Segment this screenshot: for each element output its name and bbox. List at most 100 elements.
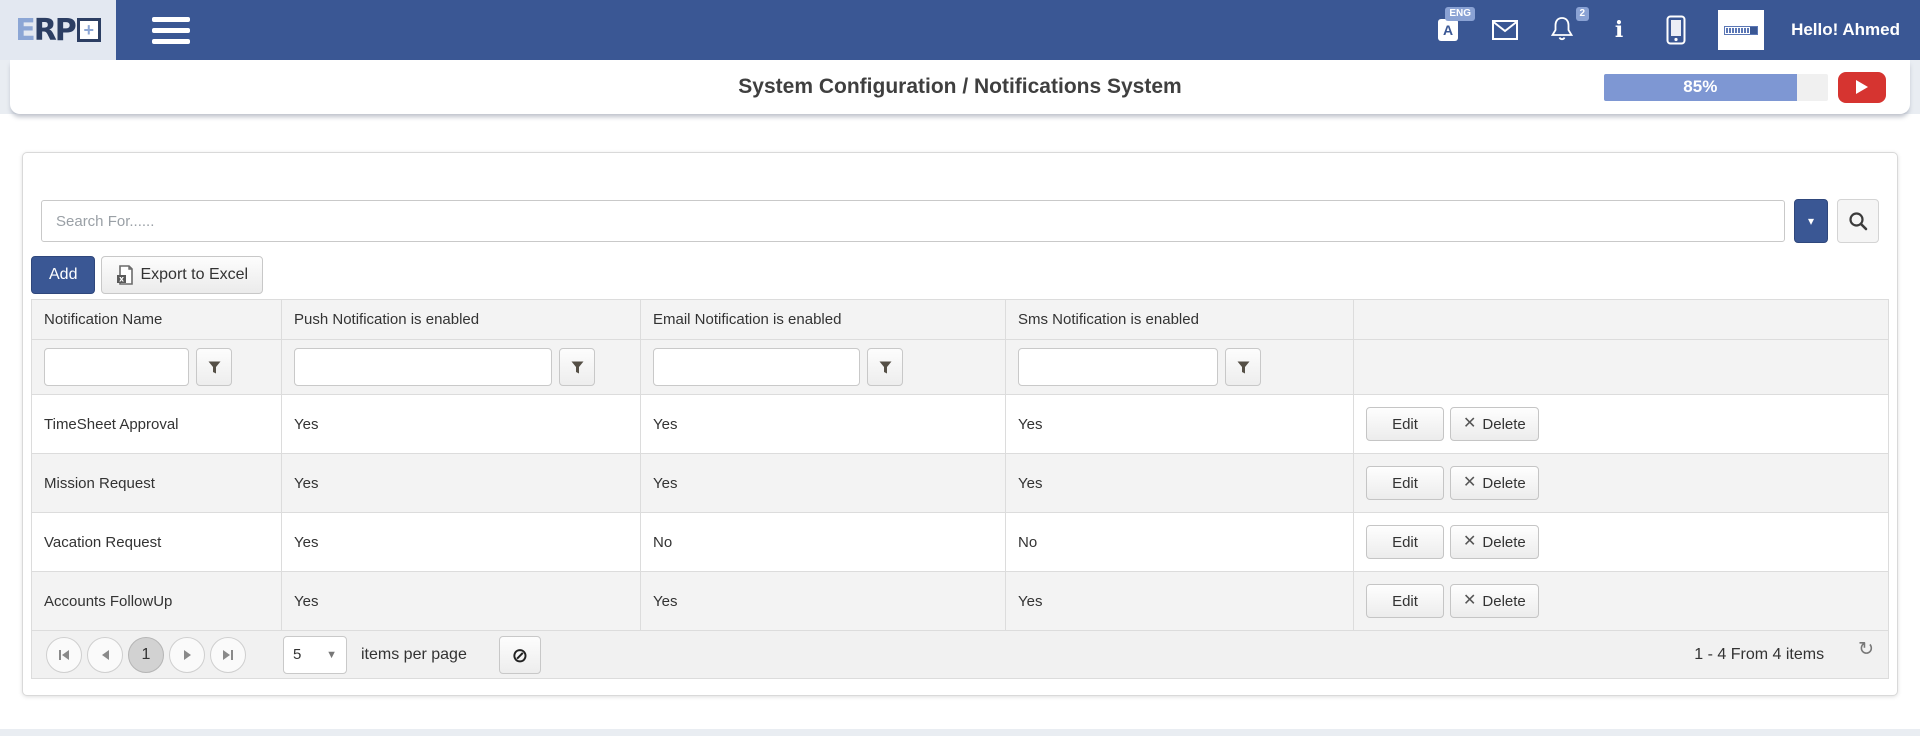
- previous-page-icon: [102, 650, 109, 660]
- edit-button[interactable]: Edit: [1366, 466, 1444, 500]
- cell-notification-name: TimeSheet Approval: [32, 395, 282, 454]
- previous-page-button[interactable]: [87, 637, 123, 673]
- pagination-bar: 1 5 ▼ items per page ⊘ 1 - 4 From 4 item…: [31, 631, 1889, 679]
- filter-input-notification-name[interactable]: [44, 348, 189, 386]
- edit-button[interactable]: Edit: [1366, 584, 1444, 618]
- table-row: TimeSheet Approval Yes Yes Yes Edit ✕Del…: [32, 395, 1889, 454]
- table-row: Vacation Request Yes No No Edit ✕Delete: [32, 513, 1889, 572]
- cell-notification-name: Vacation Request: [32, 513, 282, 572]
- last-page-button[interactable]: [210, 637, 246, 673]
- edit-button[interactable]: Edit: [1366, 525, 1444, 559]
- column-header-push[interactable]: Push Notification is enabled: [282, 300, 641, 340]
- column-header-sms[interactable]: Sms Notification is enabled: [1006, 300, 1354, 340]
- table-row: Mission Request Yes Yes Yes Edit ✕Delete: [32, 454, 1889, 513]
- funnel-icon: [208, 361, 221, 374]
- table-row: Accounts FollowUp Yes Yes Yes Edit ✕Dele…: [32, 572, 1889, 631]
- filter-button-sms[interactable]: [1225, 348, 1261, 386]
- column-header-email[interactable]: Email Notification is enabled: [641, 300, 1006, 340]
- delete-x-icon: ✕: [1463, 593, 1476, 609]
- mobile-app-icon[interactable]: [1661, 13, 1691, 47]
- page-size-select[interactable]: 5 ▼: [283, 636, 347, 674]
- filter-input-sms[interactable]: [1018, 348, 1218, 386]
- edit-button[interactable]: Edit: [1366, 407, 1444, 441]
- chevron-down-icon: ▼: [326, 649, 337, 661]
- logo-plus-icon: +: [77, 18, 101, 42]
- avatar-logo: [1724, 26, 1758, 35]
- progress-bar: 85%: [1604, 74, 1828, 101]
- items-per-page-label: items per page: [361, 646, 467, 664]
- top-navbar: ERP+ ENG A 2 i Hello! Ahmed: [0, 0, 1920, 60]
- funnel-icon: [879, 361, 892, 374]
- hamburger-menu-icon[interactable]: [152, 11, 190, 50]
- language-icon[interactable]: ENG A: [1433, 13, 1463, 47]
- funnel-icon: [571, 361, 584, 374]
- cell-sms: Yes: [1006, 395, 1354, 454]
- logo-text: ERP: [15, 13, 75, 48]
- mail-icon[interactable]: [1490, 13, 1520, 47]
- translate-a-icon: A: [1438, 19, 1458, 41]
- search-row: ▾: [41, 199, 1879, 243]
- export-to-excel-button[interactable]: x Export to Excel: [101, 256, 263, 294]
- cell-email: Yes: [641, 395, 1006, 454]
- search-options-dropdown-button[interactable]: ▾: [1794, 199, 1828, 243]
- filter-button-email[interactable]: [867, 348, 903, 386]
- delete-button[interactable]: ✕Delete: [1450, 525, 1539, 559]
- chevron-down-icon: ▾: [1808, 214, 1814, 228]
- user-greeting[interactable]: Hello! Ahmed: [1791, 20, 1900, 40]
- cell-email: Yes: [641, 572, 1006, 631]
- main-content: ▾ Add x Export to Excel Notification Nam…: [0, 114, 1920, 729]
- svg-text:x: x: [120, 275, 125, 284]
- search-button[interactable]: [1837, 199, 1879, 243]
- next-page-icon: [184, 650, 191, 660]
- clear-filter-button[interactable]: ⊘: [499, 636, 541, 674]
- last-page-icon: [223, 650, 230, 660]
- delete-x-icon: ✕: [1463, 416, 1476, 432]
- page-1-button[interactable]: 1: [128, 637, 164, 673]
- play-icon: [1856, 80, 1868, 94]
- cell-sms: Yes: [1006, 454, 1354, 513]
- filter-button-push[interactable]: [559, 348, 595, 386]
- next-page-button[interactable]: [169, 637, 205, 673]
- first-page-button[interactable]: [46, 637, 82, 673]
- add-button[interactable]: Add: [31, 256, 95, 294]
- page-size-value: 5: [293, 646, 301, 663]
- delete-button[interactable]: ✕Delete: [1450, 407, 1539, 441]
- column-header-notification-name[interactable]: Notification Name: [32, 300, 282, 340]
- filter-row: [32, 340, 1889, 395]
- delete-x-icon: ✕: [1463, 534, 1476, 550]
- cell-notification-name: Mission Request: [32, 454, 282, 513]
- cell-push: Yes: [282, 454, 641, 513]
- notifications-bell-icon[interactable]: 2: [1547, 13, 1577, 47]
- cell-push: Yes: [282, 572, 641, 631]
- progress-fill: 85%: [1604, 74, 1797, 101]
- navbar-right: ENG A 2 i Hello! Ahmed: [1433, 10, 1920, 50]
- cell-sms: No: [1006, 513, 1354, 572]
- cell-email: No: [641, 513, 1006, 572]
- delete-button[interactable]: ✕Delete: [1450, 466, 1539, 500]
- info-icon[interactable]: i: [1604, 13, 1634, 47]
- notifications-card: ▾ Add x Export to Excel Notification Nam…: [22, 152, 1898, 696]
- cell-notification-name: Accounts FollowUp: [32, 572, 282, 631]
- filter-input-push[interactable]: [294, 348, 552, 386]
- no-filter-icon: ⊘: [511, 643, 528, 667]
- app-logo[interactable]: ERP+: [0, 0, 116, 60]
- user-avatar[interactable]: [1718, 10, 1764, 50]
- cell-email: Yes: [641, 454, 1006, 513]
- grid-toolbar: Add x Export to Excel: [31, 256, 1889, 294]
- items-range-label: 1 - 4 From 4 items: [1694, 646, 1824, 664]
- filter-button-notification-name[interactable]: [196, 348, 232, 386]
- filter-input-email[interactable]: [653, 348, 860, 386]
- delete-x-icon: ✕: [1463, 475, 1476, 491]
- search-icon: [1848, 211, 1868, 231]
- excel-file-icon: x: [116, 265, 133, 285]
- refresh-icon[interactable]: ↻: [1858, 638, 1874, 660]
- cell-push: Yes: [282, 513, 641, 572]
- first-page-icon: [62, 650, 69, 660]
- search-input[interactable]: [41, 200, 1785, 242]
- progress-label: 85%: [1683, 77, 1717, 97]
- delete-button[interactable]: ✕Delete: [1450, 584, 1539, 618]
- cell-sms: Yes: [1006, 572, 1354, 631]
- column-header-actions: [1354, 300, 1889, 340]
- video-play-button[interactable]: [1838, 72, 1886, 103]
- cell-push: Yes: [282, 395, 641, 454]
